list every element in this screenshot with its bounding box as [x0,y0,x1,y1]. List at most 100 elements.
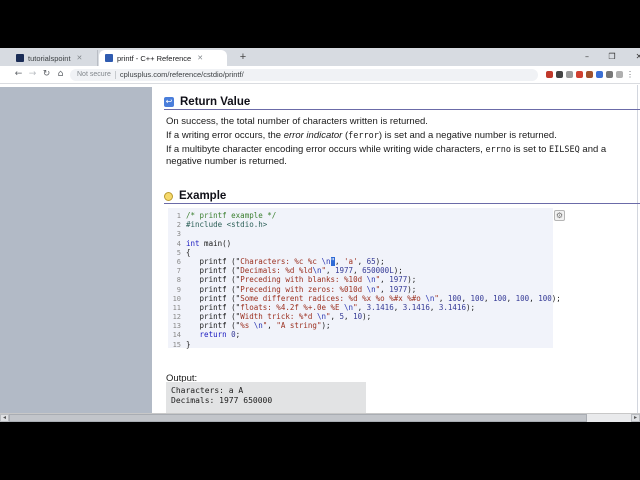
home-icon[interactable]: ⌂ [54,68,67,81]
code-token: 100 [447,293,462,303]
code-token: } [186,339,191,349]
code-token: ; [235,330,241,340]
code-token: %s [240,321,254,331]
code-token: \n [366,284,376,294]
text-segment: ) is set and a negative number is return… [378,130,557,141]
return-value-icon: ↩ [164,97,174,107]
code-line: 13 printf ("%s \n", "A string"); [168,321,553,330]
close-button[interactable]: ✕ [628,49,640,64]
code-token: Preceding with zeros: %010d [240,284,367,294]
code-token: , [429,302,439,312]
extension-icon-circle[interactable] [566,71,573,78]
code-line: 4 int main() [168,239,553,248]
code-token: , [330,312,340,322]
code-token: printf (" [186,302,241,312]
extension-icon-brown[interactable] [586,71,593,78]
extensions-row: ⋮ [546,70,634,79]
code-token: { [186,247,191,257]
code-line: 9 printf ("Preceding with zeros: %010d \… [168,285,553,294]
edit-run-icon[interactable]: ⚙ [554,210,565,221]
code-token: 1977 [389,275,408,285]
tab2-favicon [105,54,113,62]
code-token: , [393,302,403,312]
code-line: 10 printf ("Some different radices: %d %… [168,293,561,303]
code-token: printf (" [186,266,241,276]
code-token: , [380,284,390,294]
code-token: ); [407,275,417,285]
code-line: 2 #include <stdio.h> [168,220,553,229]
horizontal-scrollbar[interactable]: ◂ ▸ [0,413,640,422]
scrollbar-thumb[interactable] [9,414,587,422]
back-icon[interactable]: ← [12,68,25,81]
scroll-right-arrow[interactable]: ▸ [631,414,640,422]
code-token: Characters: %c %c [240,256,322,266]
minimize-button[interactable]: – [576,49,598,64]
code-token: , [529,293,539,303]
code-line: 11 printf ("floats: %4.2f %+.0e %E \n", … [168,303,553,312]
output-line: Decimals: 1977 650000 [171,396,273,405]
code-token: , [380,275,390,285]
text-segment: If a writing error occurs, the [166,130,284,141]
code-snippet[interactable]: 1/* printf example */2 #include <stdio.h>… [168,208,561,349]
extension-icon-light[interactable] [616,71,623,78]
code-token: \n [321,256,331,266]
scroll-left-arrow[interactable]: ◂ [0,414,9,422]
code-token: return [199,330,227,340]
reload-icon[interactable]: ↻ [40,68,53,81]
code-token: ); [551,293,561,303]
line-number: 15 [172,340,181,349]
code-token: 3.1416 [366,302,394,312]
code-token: ); [407,284,417,294]
extension-icon-dark[interactable] [556,71,563,78]
text-segment: ferror [348,131,379,141]
security-status[interactable]: Not secure [77,71,111,78]
code-token: 1977 [389,284,408,294]
maximize-button[interactable]: ❒ [601,49,623,64]
text-segment: is set to [511,144,550,155]
code-token: , [357,302,367,312]
code-token: \n [253,321,263,331]
code-token: , [325,266,336,276]
code-token: ); [393,266,403,276]
example-heading: Example [164,189,640,204]
text-segment: error indicator [283,130,343,141]
code-line: 3 [168,229,553,238]
code-line: 5{ [168,248,553,257]
code-token: , [335,256,345,266]
code-token: , [353,266,363,276]
output-box: Characters: a A Decimals: 1977 650000 [166,382,366,413]
return-value-paragraph-1: On success, the total number of characte… [166,116,428,127]
address-bar[interactable]: Not secure cplusplus.com/reference/cstdi… [70,68,538,81]
code-token: Some different radices: %d %x %o %#x %#o [240,293,426,303]
extension-icon-red[interactable] [546,71,553,78]
code-token: 100 [515,293,530,303]
code-token: printf (" [186,256,241,266]
return-value-paragraph-2: If a writing error occurs, the error ind… [166,130,640,142]
tab-tutorialspoint[interactable]: tutorialspoint ✕ [10,50,98,66]
extension-icon-red-circle[interactable] [576,71,583,78]
code-token: main() [199,238,232,248]
menu-kebab-icon[interactable]: ⋮ [626,70,634,79]
extension-icon-blue[interactable] [596,71,603,78]
tab-close-icon[interactable]: ✕ [77,54,83,62]
page-content: ↩ Return Value On success, the total num… [0,85,640,413]
tab-close-icon[interactable]: ✕ [197,54,203,62]
new-tab-button[interactable]: + [236,51,250,65]
tab-printf-reference[interactable]: printf - C++ Reference ✕ [99,50,227,66]
section-title: Example [179,190,227,202]
code-token: 1977 [335,266,354,276]
lightbulb-icon [164,191,173,201]
code-token: \n [366,275,376,285]
code-token: Decimals: %d %ld [240,266,313,276]
code-token: printf (" [186,321,241,331]
text-segment: EILSEQ [549,145,580,155]
tab-title: printf - C++ Reference [117,53,192,63]
extension-icon-gray[interactable] [606,71,613,78]
code-token: printf (" [186,293,241,303]
code-token: ); [375,256,385,266]
browser-toolbar: ← → ↻ ⌂ Not secure cplusplus.com/referen… [0,66,640,84]
code-token: Preceding with blanks: %10d [240,275,367,285]
code-token: ); [362,312,372,322]
forward-icon[interactable]: → [26,68,39,81]
code-token: \n [425,293,435,303]
